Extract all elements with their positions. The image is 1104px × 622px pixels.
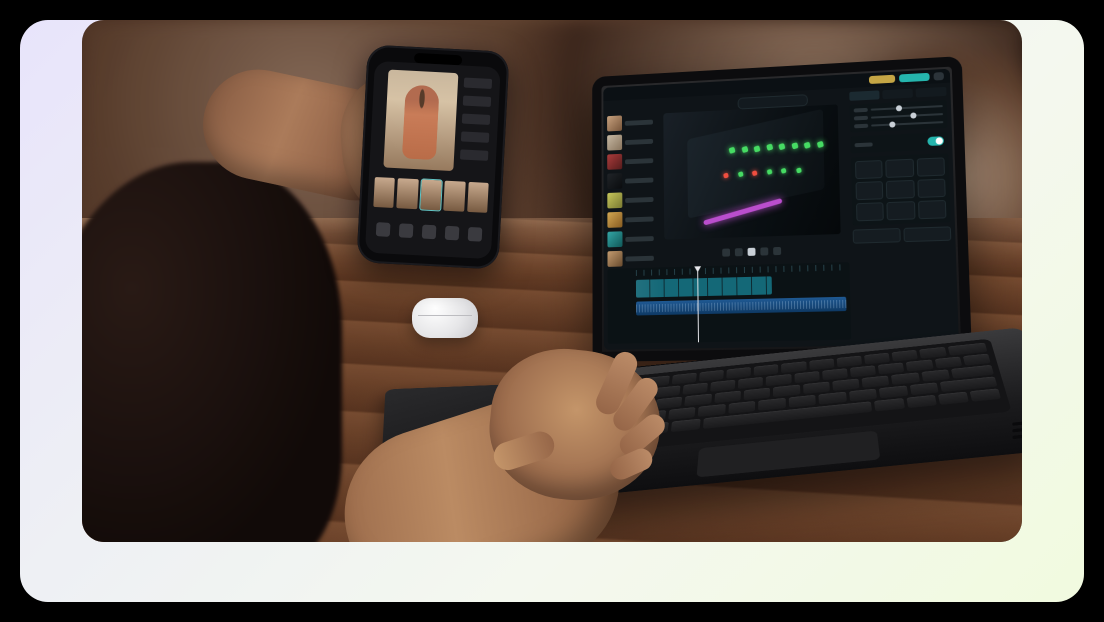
hero-card	[20, 20, 1084, 602]
media-thumb-icon	[607, 192, 622, 208]
nav-icon	[445, 226, 460, 241]
earbuds-case	[412, 298, 478, 338]
hero-photo	[82, 20, 1022, 542]
laptop-screen	[603, 69, 959, 350]
header-menu-icon	[934, 72, 944, 81]
nav-icon	[399, 223, 414, 238]
smartphone	[356, 44, 509, 269]
media-item	[607, 114, 658, 132]
media-thumb-icon	[607, 173, 622, 189]
toggle-on-icon	[927, 136, 944, 146]
phone-preview-image	[383, 70, 458, 172]
toggle-row	[854, 136, 944, 149]
header-badge	[869, 75, 895, 84]
speed-grid	[855, 157, 946, 221]
inspector-tabs	[849, 87, 946, 101]
inspector-bottom-buttons	[853, 226, 952, 243]
phone-side-tools	[459, 78, 492, 169]
slider-row	[854, 120, 943, 128]
video-track	[636, 276, 772, 297]
media-thumb-icon	[607, 154, 622, 170]
step-back-icon	[735, 248, 743, 256]
preview-image-mixing-console	[663, 104, 840, 239]
media-library	[607, 114, 659, 281]
media-item	[607, 250, 658, 267]
sliders-panel	[850, 100, 948, 133]
person-torso	[82, 162, 342, 542]
media-thumb-icon	[607, 251, 622, 267]
media-thumb-icon	[607, 212, 622, 228]
slider-row	[854, 112, 943, 120]
audio-track	[636, 297, 846, 316]
nav-icon	[376, 222, 391, 237]
laptop-ports	[1012, 421, 1022, 447]
media-item	[607, 191, 658, 208]
phone-bottom-nav	[375, 215, 482, 249]
media-thumb-icon	[607, 115, 622, 131]
laptop-lid	[592, 56, 972, 362]
slider-row	[854, 104, 943, 112]
skip-back-icon	[722, 248, 730, 256]
media-item	[607, 172, 658, 190]
play-icon	[748, 248, 756, 256]
inspector-panel	[849, 87, 954, 340]
media-item	[607, 210, 658, 227]
timeline-ruler	[636, 264, 846, 276]
speed-grid-panel	[851, 153, 951, 225]
timeline	[608, 262, 852, 344]
media-item	[607, 152, 658, 170]
media-item	[607, 230, 658, 247]
step-forward-icon	[760, 247, 768, 255]
transport-controls	[664, 242, 841, 261]
skip-forward-icon	[773, 247, 781, 255]
media-thumb-icon	[607, 135, 622, 151]
nav-icon	[468, 227, 483, 242]
nav-icon	[422, 225, 437, 240]
media-thumb-icon	[607, 231, 622, 247]
toggle-panel	[850, 132, 948, 153]
header-primary-button	[899, 73, 930, 83]
media-item	[607, 133, 658, 151]
phone-clip-strip	[373, 177, 488, 213]
phone-screen	[365, 61, 501, 259]
preview-viewer	[663, 104, 840, 239]
